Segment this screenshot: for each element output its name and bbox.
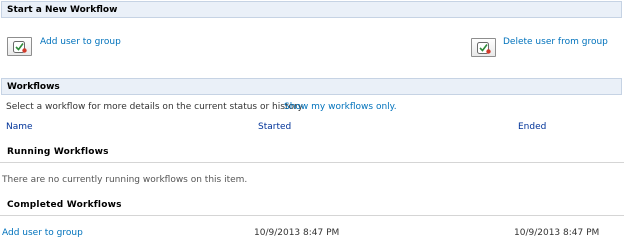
completed-workflows-heading: Completed Workflows: [7, 200, 122, 210]
table-row: Add user to group 10/9/2013 8:47 PM 10/9…: [0, 228, 624, 242]
delete-user-workflow-icon[interactable]: [471, 38, 496, 57]
running-divider: [0, 162, 624, 163]
start-workflow-header: Start a New Workflow: [1, 1, 622, 18]
workflows-intro: Select a workflow for more details on th…: [6, 102, 305, 112]
show-my-workflows-link[interactable]: Show my workflows only.: [284, 102, 397, 112]
column-header-started[interactable]: Started: [258, 122, 291, 132]
completed-workflow-name-link[interactable]: Add user to group: [2, 228, 83, 238]
completed-workflow-started: 10/9/2013 8:47 PM: [254, 228, 340, 238]
workflow-icon: [477, 42, 491, 54]
workflows-title: Workflows: [7, 82, 60, 92]
add-user-workflow-icon[interactable]: [7, 37, 32, 56]
start-workflow-title: Start a New Workflow: [7, 5, 118, 15]
completed-workflow-ended: 10/9/2013 8:47 PM: [514, 228, 600, 238]
workflows-header: Workflows: [1, 78, 622, 95]
column-header-name[interactable]: Name: [6, 122, 33, 132]
column-header-ended[interactable]: Ended: [518, 122, 546, 132]
add-user-workflow-link[interactable]: Add user to group: [40, 37, 121, 47]
delete-user-workflow-link[interactable]: Delete user from group: [503, 37, 608, 47]
workflow-icon: [13, 41, 27, 53]
running-workflows-heading: Running Workflows: [7, 147, 109, 157]
completed-divider: [0, 215, 624, 216]
running-empty-message: There are no currently running workflows…: [2, 175, 248, 185]
